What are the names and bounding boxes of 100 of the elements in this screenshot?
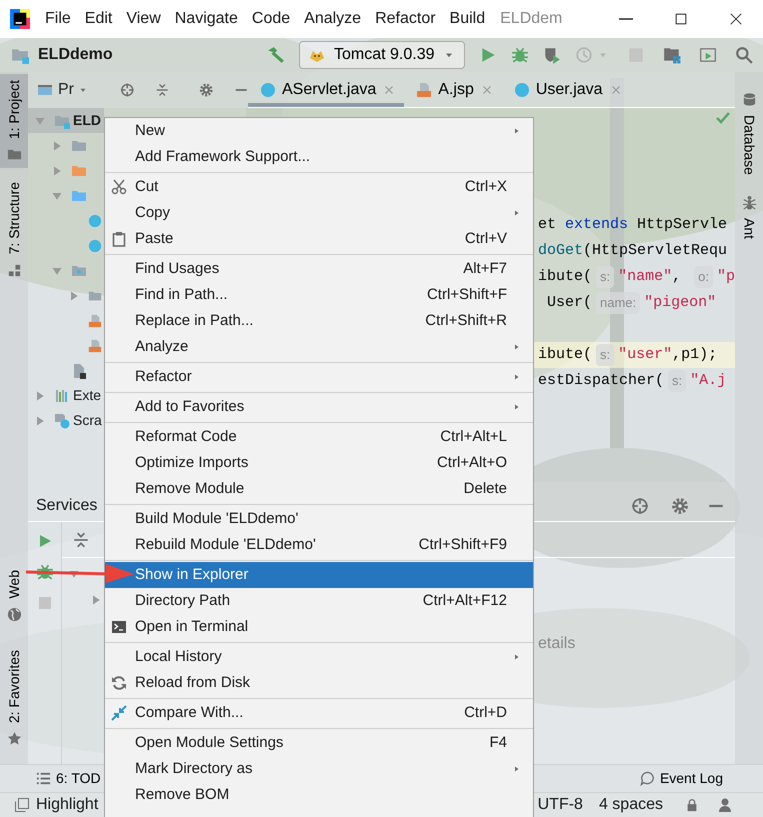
stop-icon[interactable] — [36, 595, 52, 611]
crosshair-icon[interactable] — [120, 81, 134, 99]
menu-item[interactable]: Open Module Settings F4 — [105, 730, 533, 756]
clock-icon[interactable] — [575, 46, 593, 64]
shield-play-icon[interactable] — [543, 46, 561, 64]
menu-item[interactable]: Replace in Path... Ctrl+Shift+R — [105, 308, 533, 334]
menu-item[interactable]: Remove BOM — [105, 782, 533, 808]
parameter-hint: s: — [668, 370, 686, 392]
collapse-arrow-icon[interactable] — [68, 290, 80, 302]
indent-indicator[interactable]: 4 spaces — [598, 793, 663, 817]
run-configuration-dropdown[interactable]: Tomcat 9.0.39 — [299, 41, 465, 69]
menu-item[interactable]: Compare With... Ctrl+D — [105, 700, 533, 726]
menu-bar-item[interactable]: Analyze — [297, 7, 368, 31]
jsp-file-icon — [88, 314, 102, 328]
menu-item[interactable]: Find in Path... Ctrl+Shift+F — [105, 282, 533, 308]
windows-icon[interactable] — [14, 797, 30, 813]
string-literal: "name" — [618, 266, 672, 287]
menu-item[interactable]: Paste Ctrl+V — [105, 226, 533, 252]
tree-row[interactable]: ELD — [28, 108, 104, 133]
menu-item[interactable]: Remove Module Delete — [105, 476, 533, 502]
menu-bar-item[interactable]: Build — [442, 7, 492, 31]
menu-item[interactable]: Cut Ctrl+X — [105, 174, 533, 200]
list-icon — [36, 771, 51, 786]
editor-tab[interactable]: AServlet.java — [248, 72, 404, 107]
menu-item[interactable]: Rebuild Module 'ELDdemo' Ctrl+Shift+F9 — [105, 532, 533, 558]
editor-tab[interactable]: User.java — [502, 72, 631, 107]
menu-item[interactable]: Reformat Code Ctrl+Alt+L — [105, 424, 533, 450]
collapse-arrow-icon[interactable] — [90, 594, 102, 606]
ant-icon — [742, 194, 756, 210]
run-window-icon[interactable] — [699, 46, 717, 64]
encoding-indicator[interactable]: UTF-8 — [538, 793, 583, 817]
menu-item[interactable]: Reload from Disk — [105, 670, 533, 696]
editor-tab[interactable]: A.jsp — [404, 72, 502, 107]
menu-item[interactable]: Add Framework Support... — [105, 144, 533, 170]
menu-item[interactable]: New — [105, 118, 533, 144]
shortcut-label: Alt+F7 — [463, 258, 507, 279]
search-icon[interactable] — [735, 46, 753, 64]
tool-window-button[interactable]: Database — [735, 86, 763, 181]
menu-item[interactable]: Add to Favorites — [105, 394, 533, 420]
hammer-icon[interactable] — [267, 46, 285, 64]
compare-icon — [111, 705, 127, 721]
string-literal: "pigeon" — [644, 292, 716, 313]
shortcut-label: Ctrl+V — [464, 228, 507, 249]
tool-window-button[interactable]: Event Log — [640, 768, 723, 789]
minimize-icon — [618, 18, 632, 20]
string-literal: "p — [716, 266, 735, 287]
settings-icon[interactable] — [199, 81, 214, 99]
menu-item[interactable]: Optimize Imports Ctrl+Alt+O — [105, 450, 533, 476]
tool-window-button[interactable]: 1: Project — [0, 74, 28, 168]
person-icon[interactable] — [717, 797, 733, 813]
folder-grid-icon[interactable] — [663, 46, 681, 64]
menu-item[interactable]: Analyze — [105, 334, 533, 360]
tree-row[interactable]: Exte — [28, 383, 104, 408]
bug-icon[interactable] — [511, 46, 529, 64]
collapse-arrow-icon[interactable] — [51, 140, 63, 152]
scissors-icon — [111, 179, 127, 195]
globe-icon — [6, 606, 22, 622]
shortcut-label: Ctrl+Alt+F12 — [422, 590, 507, 611]
menu-item[interactable]: Find Usages Alt+F7 — [105, 256, 533, 282]
code-text: et — [538, 214, 557, 235]
code-keyword: extends — [564, 214, 628, 235]
menu-item[interactable]: Copy — [105, 200, 533, 226]
speech-bubble-icon — [640, 771, 655, 786]
menu-item[interactable]: Mark Directory as — [105, 756, 533, 782]
menu-item[interactable]: Build Module 'ELDdemo' — [105, 506, 533, 532]
menu-bar-item[interactable]: View — [119, 7, 168, 31]
menu-item[interactable]: Open in Terminal — [105, 614, 533, 640]
collapse-arrow-icon[interactable] — [34, 390, 46, 402]
menu-item[interactable]: Show in Explorer — [105, 562, 533, 588]
expand-all-icon[interactable] — [72, 530, 90, 548]
tool-window-button[interactable]: 6: TOD — [36, 768, 101, 789]
lock-icon[interactable] — [685, 798, 699, 812]
status-message: Highlight — [36, 795, 98, 815]
menu-bar-item[interactable]: Code — [244, 7, 298, 31]
menu-item[interactable]: Refactor — [105, 364, 533, 390]
parameter-hint: o: — [694, 266, 713, 288]
collapse-arrow-icon[interactable] — [51, 164, 63, 176]
parameter-hint: name: — [596, 292, 640, 314]
shortcut-label: Ctrl+Shift+F — [426, 284, 507, 305]
code-text: ibute( — [538, 266, 592, 287]
clipboard-icon — [111, 231, 127, 247]
menu-item[interactable]: Local History — [105, 644, 533, 670]
menu-bar-item[interactable]: Navigate — [168, 7, 245, 31]
menu-item[interactable]: Directory Path Ctrl+Alt+F12 — [105, 588, 533, 614]
view-selector[interactable]: Pr — [36, 78, 88, 102]
code-text: (HttpServletRequ — [582, 240, 728, 261]
tree-row[interactable]: Scra — [28, 408, 104, 433]
tool-window-button[interactable]: 2: Favorites — [0, 644, 28, 752]
maximize-icon — [674, 12, 688, 26]
tool-window-button[interactable]: 7: Structure — [0, 176, 28, 284]
menu-bar-item[interactable]: Refactor — [368, 7, 443, 31]
tool-window-button[interactable]: Ant — [735, 188, 763, 245]
code-text: estDispatcher( — [538, 370, 664, 391]
crosshair-icon[interactable] — [631, 496, 649, 514]
menu-bar-item[interactable]: Edit — [78, 7, 120, 31]
settings-icon[interactable] — [671, 496, 689, 514]
bug-icon[interactable] — [36, 563, 54, 581]
tool-window-button[interactable]: Web — [0, 564, 28, 628]
collapse-arrow-icon[interactable] — [34, 414, 46, 426]
menu-bar-item[interactable]: File — [38, 7, 78, 31]
